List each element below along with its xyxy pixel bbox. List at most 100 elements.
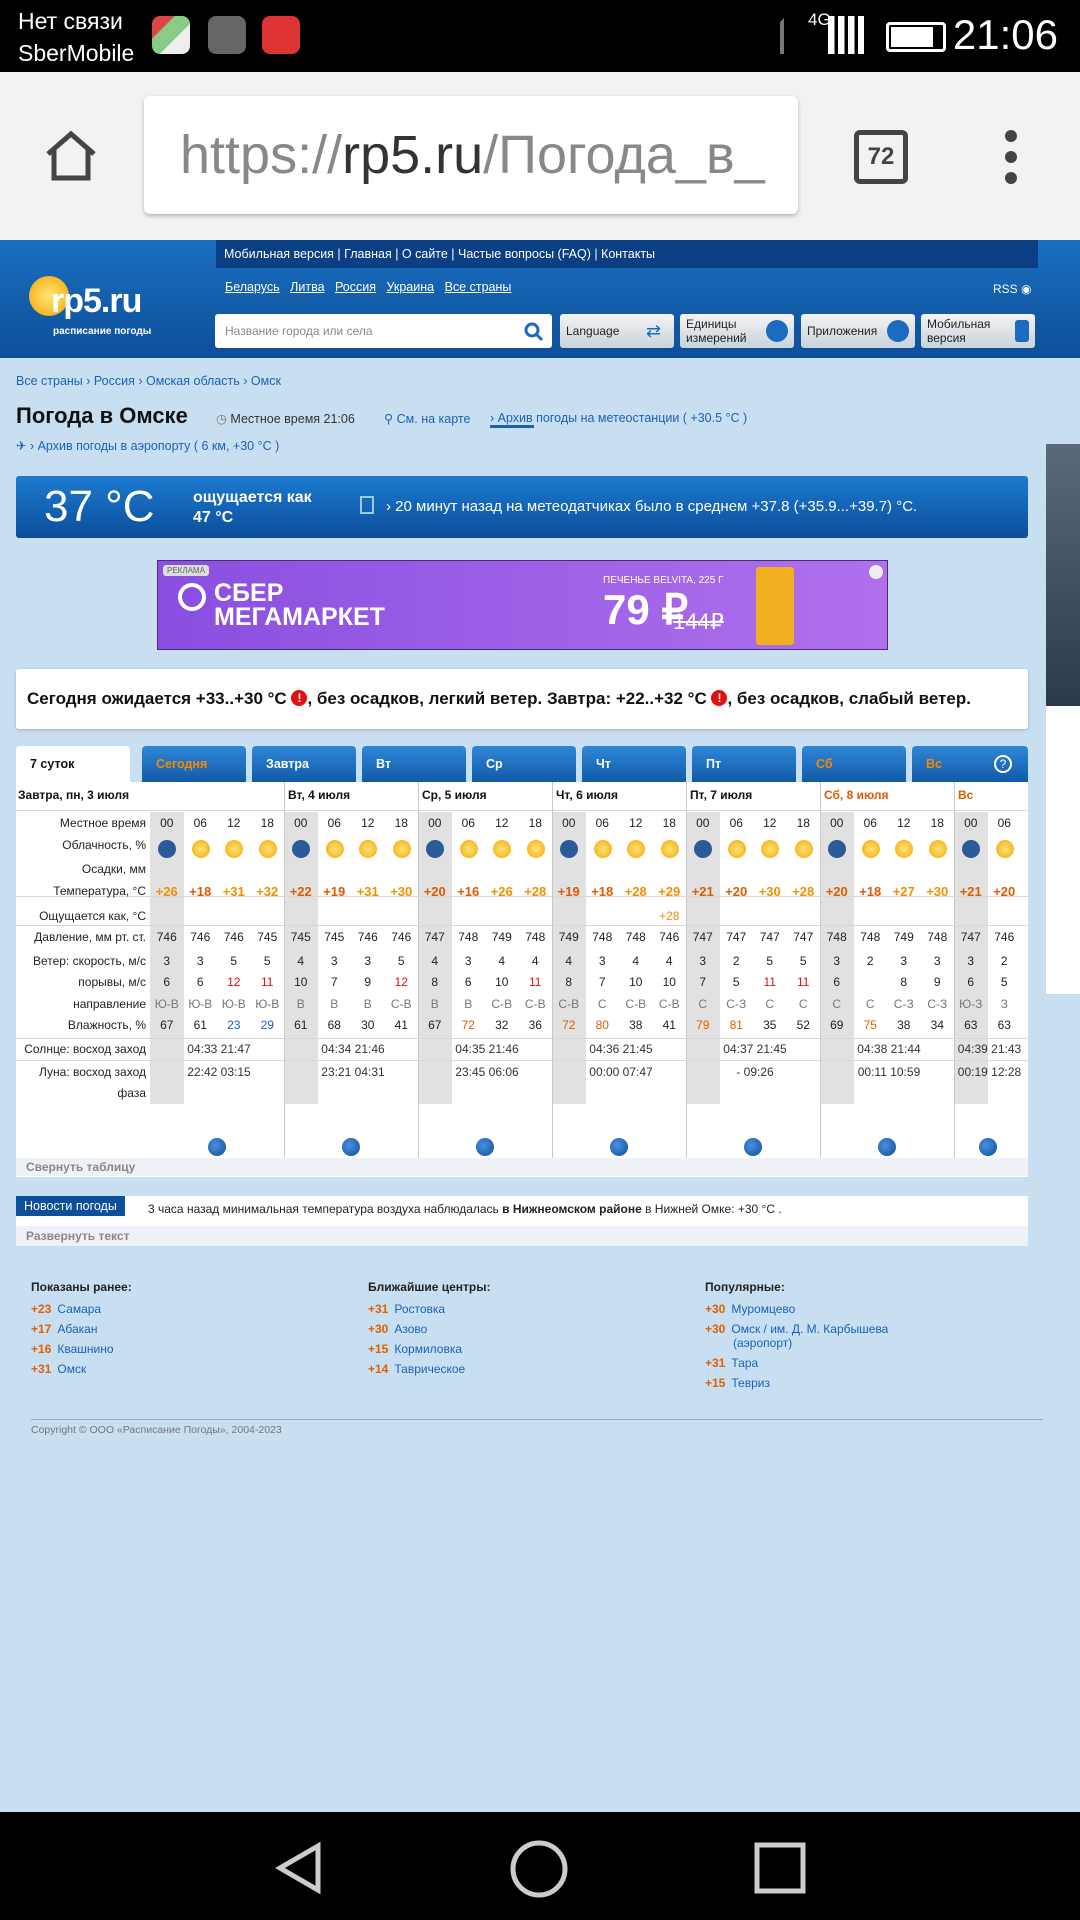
row-label: Ветер: скорость, м/с xyxy=(32,954,146,968)
moon-times: 00:11 10:59 xyxy=(857,1065,921,1079)
help-icon[interactable]: ? xyxy=(994,755,1012,773)
advertisement-banner[interactable]: РЕКЛАМА СБЕР МЕГАМАРКЕТ ПЕЧЕНЬЕ BELVITA,… xyxy=(157,560,888,650)
map-link[interactable]: ⚲ См. на карте xyxy=(384,411,470,426)
country-link-ukraine[interactable]: Украина xyxy=(387,280,435,294)
tab-tomorrow[interactable]: Завтра xyxy=(252,746,356,782)
search-placeholder: Название города или села xyxy=(225,324,373,338)
info-icon xyxy=(887,320,909,342)
rss-icon: ◉ xyxy=(1021,282,1032,296)
footer-popular-title: Популярные: xyxy=(705,1280,785,1294)
table-cell: С-З xyxy=(927,997,948,1011)
table-cell: +20 xyxy=(825,884,848,899)
tab-fri[interactable]: Пт xyxy=(692,746,796,782)
logo-subtitle: расписание погоды xyxy=(53,326,152,337)
url-bar[interactable]: https://rp5.ru/Погода_в_ xyxy=(144,96,798,214)
list-item[interactable]: +31 Тара xyxy=(705,1356,925,1370)
table-cell: +19 xyxy=(557,884,580,899)
country-links: Беларусь Литва Россия Украина Все страны xyxy=(225,280,518,294)
table-cell: 67 xyxy=(160,1018,174,1032)
tabs-counter-button[interactable]: 72 xyxy=(854,130,908,184)
country-link-belarus[interactable]: Беларусь xyxy=(225,280,280,294)
language-button[interactable]: Language ⇄ xyxy=(560,314,674,348)
recents-icon[interactable] xyxy=(754,1842,806,1894)
sun-times: 04:39 21:43 xyxy=(957,1042,1022,1056)
list-item[interactable]: +30 Омск / им. Д. М. Карбышева (аэропорт) xyxy=(705,1322,925,1350)
list-item[interactable]: +31 Ростовка xyxy=(368,1302,490,1316)
mobile-version-button[interactable]: Мобильная версия xyxy=(921,314,1035,348)
tab-thu[interactable]: Чт xyxy=(582,746,686,782)
table-cell: 06 xyxy=(595,816,609,830)
units-button[interactable]: Единицы измерений xyxy=(680,314,794,348)
tab-7-days[interactable]: 7 суток xyxy=(16,746,130,782)
list-item[interactable]: +17 Абакан xyxy=(31,1322,132,1336)
table-cell: 2 xyxy=(866,954,874,968)
table-cell: 00 xyxy=(428,816,442,830)
tab-today[interactable]: Сегодня xyxy=(142,746,246,782)
ad-info-icon[interactable] xyxy=(869,565,883,579)
table-cell: 06 xyxy=(461,816,475,830)
day-header: Чт, 6 июля xyxy=(556,788,619,802)
country-link-all[interactable]: Все страны xyxy=(445,280,512,294)
overflow-menu-icon[interactable] xyxy=(1000,130,1022,184)
sun-cloud-icon xyxy=(761,840,779,858)
table-cell: 10 xyxy=(662,975,676,989)
table-cell: 749 xyxy=(893,930,914,944)
side-advertisement[interactable] xyxy=(1046,444,1080,994)
table-cell: С xyxy=(597,997,607,1011)
table-cell: 11 xyxy=(763,975,776,989)
row-label: Температура, °C xyxy=(53,884,146,898)
breadcrumb[interactable]: Все страны › Россия › Омская область › О… xyxy=(16,374,281,388)
inbox-notification-icon xyxy=(208,16,246,54)
collapse-table-link[interactable]: Свернуть таблицу xyxy=(16,1158,1028,1176)
tab-tue[interactable]: Вт xyxy=(362,746,466,782)
footer-popular: Популярные: +30 Муромцево +30 Омск / им. Д… xyxy=(705,1280,925,1396)
table-cell: +30 xyxy=(926,884,949,899)
moon-phase-icon xyxy=(208,1138,226,1156)
site-logo[interactable]: rp5.ru расписание погоды xyxy=(25,274,155,350)
moon-phase-icon xyxy=(978,1138,997,1156)
table-cell: 06 xyxy=(997,816,1011,830)
rss-link[interactable]: RSS ◉ xyxy=(993,282,1032,296)
home-circle-icon[interactable] xyxy=(510,1840,568,1898)
table-cell: 61 xyxy=(193,1018,207,1032)
news-header[interactable]: Новости погоды xyxy=(16,1196,125,1216)
list-item[interactable]: +16 Квашнино xyxy=(31,1342,132,1356)
city-search-input[interactable]: Название города или села xyxy=(215,314,552,348)
table-cell: С-В xyxy=(390,997,412,1011)
list-item[interactable]: +15 Тевриз xyxy=(705,1376,925,1390)
moon-times: - 09:26 xyxy=(736,1065,774,1079)
site-header: Мобильная версия | Главная | О сайте | Ч… xyxy=(0,240,1080,358)
warning-icon[interactable]: ! xyxy=(291,690,308,706)
country-link-russia[interactable]: Россия xyxy=(335,280,376,294)
sun-cloud-icon xyxy=(459,840,478,858)
table-cell: С-В xyxy=(524,997,546,1011)
table-cell: 5 xyxy=(732,975,740,989)
top-navigation[interactable]: Мобильная версия | Главная | О сайте | Ч… xyxy=(216,240,1038,268)
table-cell: +32 xyxy=(256,884,279,899)
airport-archive-link[interactable]: ✈ › Архив погоды в аэропорту ( 6 км, +30… xyxy=(16,438,279,453)
clock-icon: ◷ xyxy=(216,412,231,426)
apps-button[interactable]: Приложения xyxy=(801,314,915,348)
warning-icon[interactable]: ! xyxy=(711,690,728,706)
row-label: Солнце: восход заход xyxy=(24,1042,146,1056)
table-cell: В xyxy=(363,997,372,1011)
search-icon[interactable] xyxy=(524,322,544,342)
expand-text-link[interactable]: Развернуть текст xyxy=(16,1226,1028,1246)
sun-cloud-icon xyxy=(727,840,746,858)
home-icon[interactable] xyxy=(44,130,98,182)
back-icon[interactable] xyxy=(272,1840,328,1896)
list-item[interactable]: +14 Таврическое xyxy=(368,1362,490,1376)
tab-wed[interactable]: Ср xyxy=(472,746,576,782)
table-cell: 9 xyxy=(933,975,941,989)
tab-sat[interactable]: Сб xyxy=(802,746,906,782)
country-link-lithuania[interactable]: Литва xyxy=(290,280,324,294)
list-item[interactable]: +15 Кормиловка xyxy=(368,1342,490,1356)
list-item[interactable]: +30 Муромцево xyxy=(705,1302,925,1316)
list-item[interactable]: +23 Самара xyxy=(31,1302,132,1316)
day-separator xyxy=(954,782,955,1162)
row-label: Местное время xyxy=(59,816,146,830)
table-cell: 747 xyxy=(793,930,814,944)
table-cell: 6 xyxy=(163,975,171,989)
list-item[interactable]: +30 Азово xyxy=(368,1322,490,1336)
list-item[interactable]: +31 Омск xyxy=(31,1362,132,1376)
